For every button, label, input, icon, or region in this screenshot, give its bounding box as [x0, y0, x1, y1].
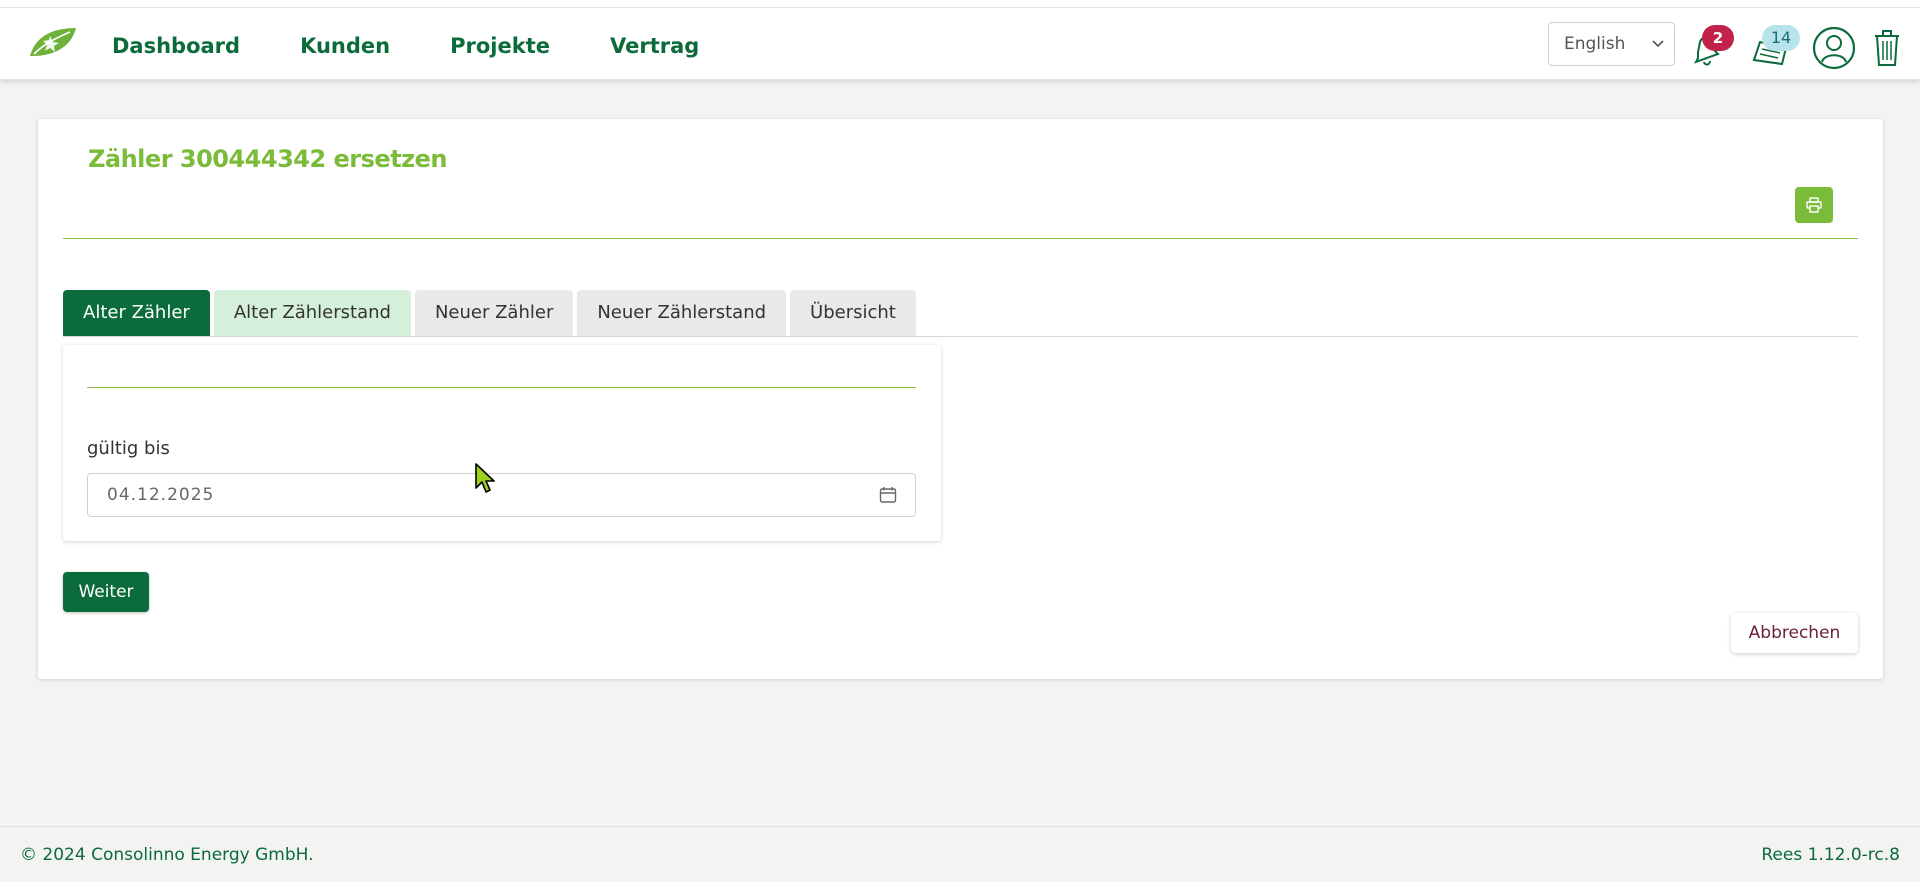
- nav-vertrag[interactable]: Vertrag: [610, 30, 699, 62]
- logo-leaf-icon[interactable]: [26, 26, 78, 60]
- language-select-value: English: [1564, 34, 1626, 54]
- footer-copyright: © 2024 Consolinno Energy GmbH.: [20, 845, 314, 865]
- trash-icon[interactable]: [1872, 28, 1902, 68]
- valid-until-label: gültig bis: [87, 438, 170, 459]
- user-icon[interactable]: [1812, 26, 1856, 70]
- valid-until-date-value: 04.12.2025: [107, 485, 215, 505]
- mouse-cursor-icon: [475, 463, 495, 493]
- tab-neuer-zaehlerstand[interactable]: Neuer Zählerstand: [577, 290, 787, 336]
- chevron-down-icon: [1652, 40, 1664, 48]
- tab-alter-zaehler[interactable]: Alter Zähler: [63, 290, 210, 336]
- page-title: Zähler 300444342 ersetzen: [88, 145, 448, 173]
- language-select[interactable]: English: [1548, 22, 1675, 66]
- cancel-button[interactable]: Abbrechen: [1731, 613, 1858, 653]
- main-nav: Dashboard Kunden Projekte Vertrag: [112, 30, 759, 62]
- valid-until-date-input[interactable]: 04.12.2025: [87, 473, 916, 517]
- next-button[interactable]: Weiter: [63, 572, 149, 612]
- tab-neuer-zaehler[interactable]: Neuer Zähler: [414, 290, 574, 336]
- nav-projekte[interactable]: Projekte: [450, 30, 550, 62]
- panel-divider: [87, 387, 916, 388]
- tab-uebersicht[interactable]: Übersicht: [790, 290, 916, 336]
- footer-version: Rees 1.12.0-rc.8: [1761, 845, 1900, 865]
- print-button[interactable]: [1795, 187, 1833, 223]
- news-badge: 14: [1762, 25, 1800, 51]
- title-divider: [63, 238, 1858, 239]
- app-header: Dashboard Kunden Projekte Vertrag Englis…: [0, 8, 1920, 80]
- nav-kunden[interactable]: Kunden: [300, 30, 390, 62]
- calendar-icon[interactable]: [879, 486, 897, 504]
- old-meter-panel: gültig bis 04.12.2025: [63, 345, 941, 541]
- tabs-divider: [63, 336, 1858, 337]
- wizard-tabs: Alter Zähler Alter Zählerstand Neuer Zäh…: [63, 290, 920, 336]
- tab-alter-zaehlerstand[interactable]: Alter Zählerstand: [213, 290, 411, 336]
- nav-dashboard[interactable]: Dashboard: [112, 30, 240, 62]
- print-icon: [1806, 197, 1822, 213]
- notifications-badge: 2: [1702, 25, 1734, 51]
- browser-top-strip: [0, 0, 1920, 8]
- replace-meter-card: Zähler 300444342 ersetzen Alter Zähler A…: [38, 119, 1883, 679]
- footer-divider: [0, 826, 1920, 827]
